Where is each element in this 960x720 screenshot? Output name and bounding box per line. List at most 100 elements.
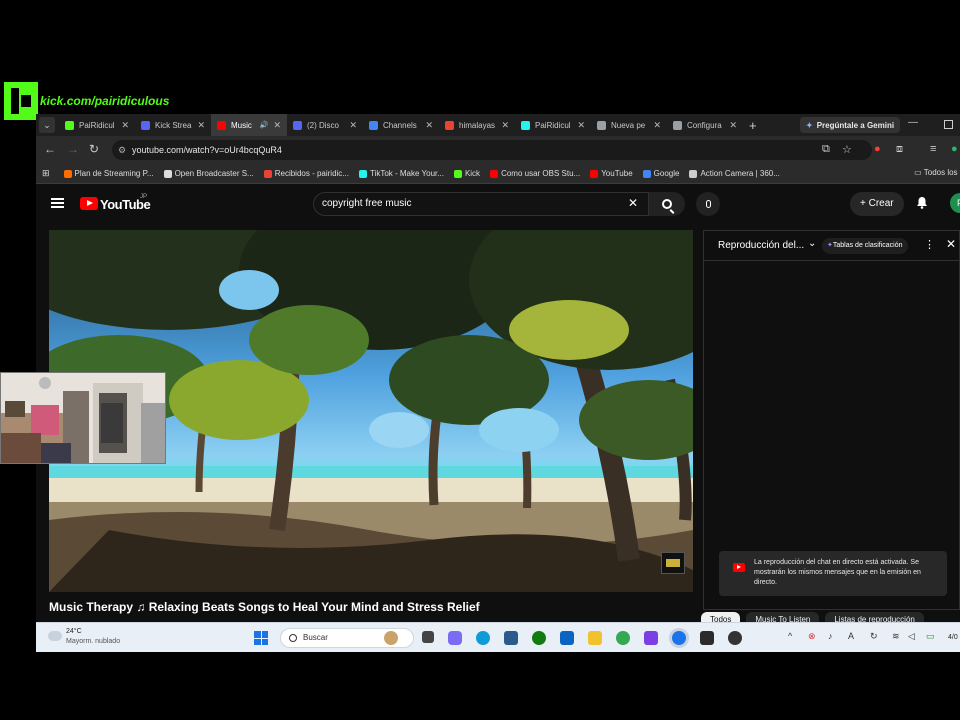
tab-close-icon[interactable]: ✕ bbox=[197, 120, 205, 131]
tab-favicon-icon bbox=[369, 120, 378, 130]
tab-close-icon[interactable]: ✕ bbox=[501, 120, 509, 131]
install-app-icon[interactable]: ⧉ bbox=[822, 143, 830, 156]
wifi-icon[interactable]: ≋ bbox=[892, 631, 900, 642]
tab-7[interactable]: PaiRidicul ✕ bbox=[515, 114, 591, 136]
close-icon[interactable]: ✕ bbox=[946, 237, 956, 251]
tab-title: Channels bbox=[383, 120, 417, 130]
bookmark-star-icon[interactable]: ☆ bbox=[842, 143, 852, 156]
tray-app-icon[interactable]: ⊗ bbox=[808, 631, 816, 642]
tab-close-icon[interactable]: ✕ bbox=[577, 120, 585, 131]
profile-icon[interactable]: ● bbox=[951, 143, 958, 155]
store-icon[interactable] bbox=[504, 631, 518, 645]
bookmark-label: TikTok - Make Your... bbox=[369, 169, 444, 178]
chevron-down-icon[interactable]: ⌄ bbox=[808, 238, 816, 249]
back-icon[interactable]: ← bbox=[44, 142, 56, 156]
search-button[interactable] bbox=[649, 192, 685, 216]
youtube-logo-icon[interactable] bbox=[80, 197, 98, 210]
tab-6[interactable]: himalayas ✕ bbox=[439, 114, 515, 136]
tab-1[interactable]: PaiRidicul ✕ bbox=[59, 114, 135, 136]
clear-search-icon[interactable]: ✕ bbox=[628, 196, 638, 210]
extensions-icon[interactable]: ⧈ bbox=[896, 143, 903, 156]
tab-5[interactable]: Channels ✕ bbox=[363, 114, 439, 136]
notice-text: La reproducción del chat en directo está… bbox=[754, 559, 921, 586]
notifications-bell-icon[interactable] bbox=[916, 196, 928, 209]
file-explorer-icon[interactable] bbox=[588, 631, 602, 645]
more-options-icon[interactable]: ⋮ bbox=[924, 238, 935, 251]
tab-title: PaiRidicul bbox=[535, 120, 571, 130]
copilot-icon[interactable] bbox=[448, 631, 462, 645]
sync-icon[interactable]: ↻ bbox=[870, 631, 878, 642]
forward-icon[interactable]: → bbox=[67, 142, 79, 156]
avatar[interactable]: P bbox=[950, 193, 960, 213]
bookmark-label: Plan de Streaming P... bbox=[74, 169, 154, 178]
chrome-icon[interactable] bbox=[616, 631, 630, 645]
bookmark-item[interactable]: Open Broadcaster S... bbox=[163, 169, 254, 178]
new-tab-button[interactable]: + bbox=[749, 118, 757, 133]
bookmark-item[interactable]: Recibidos - pairidic... bbox=[263, 169, 349, 178]
microphone-icon[interactable]: ♪ bbox=[828, 631, 833, 641]
gemini-label: Pregúntale a Gemini bbox=[816, 120, 895, 130]
weather-temperature[interactable]: 24°C bbox=[66, 628, 82, 635]
edge-icon[interactable] bbox=[476, 631, 490, 645]
window-minimize-button[interactable]: — bbox=[908, 117, 918, 128]
extension-record-icon[interactable]: ● bbox=[874, 143, 881, 155]
app-icon[interactable] bbox=[644, 631, 658, 645]
url-field[interactable]: ⚙ youtube.com/watch?v=oUr4bcqQuR4 bbox=[112, 140, 872, 160]
tab-search-button[interactable]: ⌄ bbox=[39, 117, 55, 133]
video-title: Music Therapy ♫ Relaxing Beats Songs to … bbox=[49, 600, 480, 614]
media-controls-icon[interactable]: ≡ bbox=[930, 143, 936, 155]
terminal-icon[interactable] bbox=[700, 631, 714, 645]
voice-search-button[interactable] bbox=[696, 192, 720, 216]
menu-icon[interactable] bbox=[51, 198, 64, 208]
reload-icon[interactable]: ↻ bbox=[89, 142, 99, 156]
tab-close-icon[interactable]: ✕ bbox=[729, 120, 737, 131]
bookmark-label: Kick bbox=[464, 169, 481, 178]
gemini-button[interactable]: ✦ Pregúntale a Gemini bbox=[800, 117, 901, 133]
all-bookmarks-folder[interactable]: ▭ Todos los f bbox=[914, 168, 960, 177]
weather-description[interactable]: Mayorm. nublado bbox=[66, 638, 120, 645]
tab-2[interactable]: Kick Strea ✕ bbox=[135, 114, 211, 136]
bookmark-item[interactable]: Google bbox=[642, 169, 679, 178]
battery-icon[interactable]: ▭ bbox=[926, 631, 935, 642]
tab-close-icon[interactable]: ✕ bbox=[121, 120, 129, 131]
tab-9[interactable]: Configura ✕ bbox=[667, 114, 743, 136]
cloud-icon[interactable] bbox=[48, 631, 62, 641]
tab-close-icon[interactable]: ✕ bbox=[349, 120, 357, 131]
input-language-icon[interactable]: A bbox=[848, 631, 854, 641]
bookmark-item[interactable]: Action Camera | 360... bbox=[689, 169, 780, 178]
task-view-icon[interactable] bbox=[422, 631, 434, 643]
bookmark-item[interactable]: TikTok - Make Your... bbox=[358, 169, 444, 178]
clock[interactable]: 4/0 bbox=[948, 634, 958, 641]
site-info-icon[interactable]: ⚙ bbox=[118, 140, 126, 160]
xbox-icon[interactable] bbox=[532, 631, 546, 645]
window-maximize-button[interactable] bbox=[944, 120, 953, 129]
volume-icon[interactable]: ◁ bbox=[908, 631, 915, 642]
tab-3[interactable]: Music 🔊 ✕ bbox=[211, 114, 287, 136]
create-button[interactable]: + Crear bbox=[850, 192, 904, 216]
tab-audio-icon[interactable]: 🔊 bbox=[260, 121, 269, 129]
youtube-header: YouTube JP copyright free music ✕ + Crea… bbox=[36, 186, 960, 226]
leaderboard-chip[interactable]: Tablas de clasificación bbox=[822, 238, 908, 254]
tab-close-icon[interactable]: ✕ bbox=[273, 120, 281, 131]
tab-close-icon[interactable]: ✕ bbox=[425, 120, 433, 131]
search-highlight-icon[interactable] bbox=[384, 631, 398, 645]
chat-title[interactable]: Reproducción del... bbox=[718, 240, 804, 251]
tab-close-icon[interactable]: ✕ bbox=[653, 120, 661, 131]
bookmark-item[interactable]: Kick bbox=[453, 169, 481, 178]
tab-4[interactable]: (2) Disco ✕ bbox=[287, 114, 363, 136]
obs-icon[interactable] bbox=[728, 631, 742, 645]
tray-chevron-icon[interactable]: ^ bbox=[788, 631, 792, 641]
bookmark-item[interactable]: Como usar OBS Stu... bbox=[490, 169, 580, 178]
apps-grid-icon[interactable]: ⊞ bbox=[42, 168, 50, 179]
tab-title: Music bbox=[231, 120, 252, 130]
tab-favicon-icon bbox=[65, 120, 74, 130]
start-button[interactable] bbox=[254, 631, 268, 645]
chrome-active-icon[interactable] bbox=[672, 631, 686, 645]
bookmark-item[interactable]: Plan de Streaming P... bbox=[63, 169, 154, 178]
search-input[interactable]: copyright free music bbox=[313, 192, 649, 216]
tab-8[interactable]: Nueva pe ✕ bbox=[591, 114, 667, 136]
channel-watermark[interactable] bbox=[661, 552, 685, 574]
bookmark-favicon-icon bbox=[358, 169, 367, 178]
bookmark-item[interactable]: YouTube bbox=[590, 169, 633, 178]
outlook-icon[interactable] bbox=[560, 631, 574, 645]
